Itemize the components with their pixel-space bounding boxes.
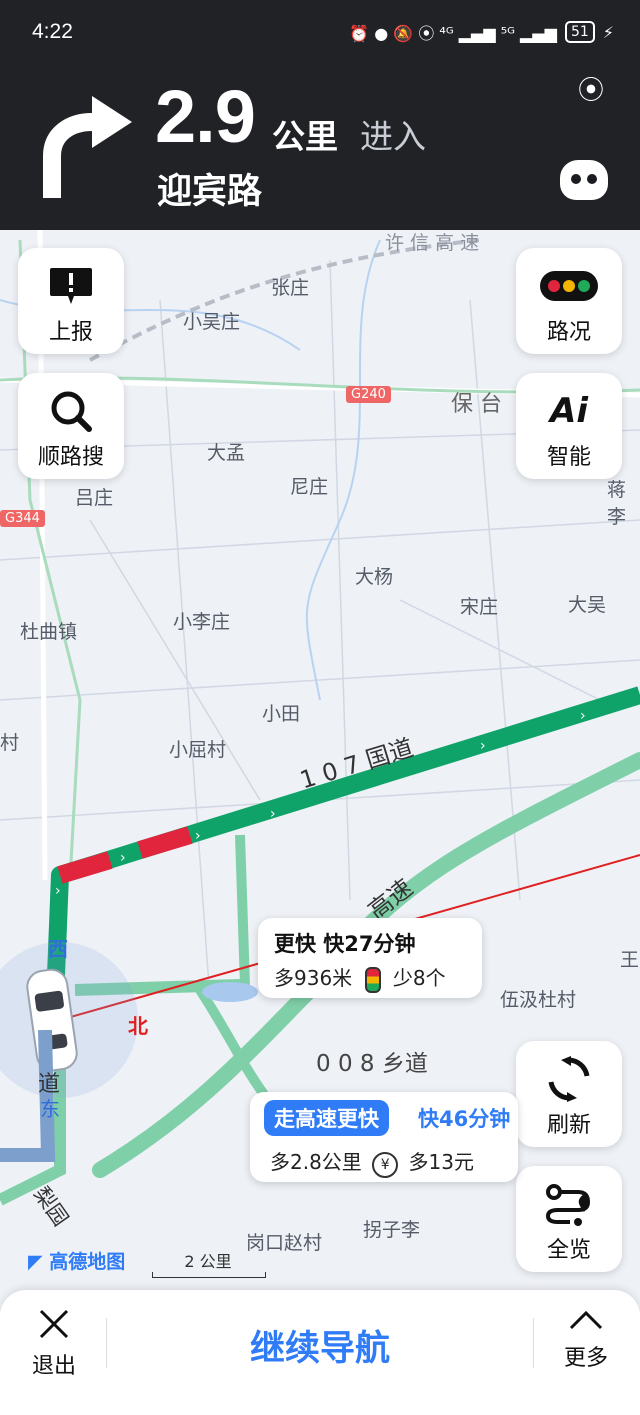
ai-button[interactable]: Ai 智能 — [516, 373, 622, 479]
status-time: 4:22 — [32, 20, 73, 43]
amap-logo-icon: ◤ — [28, 1251, 43, 1273]
status-icons: ⏰ ● 🔕 ⦿ ⁴ᴳ ▂▄▆ ⁵ᴳ ▂▄▆ 51 ⚡ — [349, 20, 614, 44]
svg-text:›: › — [55, 883, 61, 899]
svg-text:›: › — [195, 828, 201, 844]
highway-tag: 走高速更快 — [264, 1100, 389, 1136]
navigation-header: 4:22 ⏰ ● 🔕 ⦿ ⁴ᴳ ▂▄▆ ⁵ᴳ ▂▄▆ 51 ⚡ 2.9 公里 进… — [0, 0, 640, 230]
assistant-avatar-icon[interactable] — [560, 160, 608, 200]
action-text: 进入 — [360, 117, 426, 156]
traffic-light-icon — [540, 271, 598, 301]
svg-text:›: › — [480, 738, 486, 754]
traffic-light-small-icon — [364, 966, 381, 993]
refresh-label: 刷新 — [546, 1113, 591, 1138]
next-road-name: 迎宾路 — [157, 172, 263, 212]
refresh-button[interactable]: 刷新 — [516, 1041, 622, 1147]
battery-icon: 51 — [564, 21, 595, 43]
more-label: 更多 — [563, 1346, 608, 1371]
scale-label: 2 公里 — [184, 1252, 232, 1271]
divider — [106, 1318, 107, 1368]
highway-details: 多2.8公里 ¥ 多13元 — [270, 1146, 474, 1178]
exit-button[interactable]: 退出 — [22, 1308, 86, 1380]
charging-icon: ⚡ — [602, 22, 614, 42]
amap-logo: ◤ 高德地图 — [28, 1251, 126, 1273]
alt-route-details: 多936米 少8个 — [274, 962, 446, 993]
more-button[interactable]: 更多 — [554, 1308, 618, 1372]
report-button[interactable]: 上报 — [18, 248, 124, 354]
scale-bar — [152, 1272, 266, 1278]
traffic-button[interactable]: 路况 — [516, 248, 622, 354]
exit-label: 退出 — [31, 1354, 76, 1379]
svg-text:›: › — [120, 850, 126, 866]
bottom-bar: 退出 继续导航 更多 — [0, 1290, 640, 1415]
ai-icon: Ai — [550, 391, 588, 431]
highway-route-bubble[interactable]: 走高速更快 快46分钟 多2.8公里 ¥ 多13元 — [250, 1092, 518, 1182]
report-label: 上报 — [48, 320, 93, 345]
turn-right-arrow-icon — [43, 96, 132, 198]
route-overview-icon — [545, 1184, 591, 1226]
svg-text:›: › — [270, 806, 276, 822]
search-along-button[interactable]: 顺路搜 — [18, 373, 124, 479]
search-icon — [51, 391, 92, 432]
overview-label: 全览 — [546, 1238, 591, 1263]
ai-label: 智能 — [546, 445, 591, 470]
refresh-icon — [548, 1056, 590, 1102]
traffic-label: 路况 — [546, 320, 591, 345]
toll-icon: ¥ — [372, 1152, 399, 1178]
alt-route-title: 更快 快27分钟 — [274, 932, 416, 956]
gps-signal-icon[interactable]: ⦿ — [578, 70, 604, 107]
svg-text:›: › — [580, 708, 586, 724]
distance-unit: 公里 — [272, 117, 338, 156]
chevron-up-icon — [569, 1310, 603, 1330]
report-icon — [50, 268, 92, 304]
alt-route-faster-bubble[interactable]: 更快 快27分钟 多936米 少8个 — [258, 918, 482, 998]
continue-navigation-button[interactable]: 继续导航 — [110, 1320, 530, 1371]
highway-time-saving: 快46分钟 — [418, 1107, 511, 1131]
status-indicator-icons: ⏰ ● 🔕 ⦿ ⁴ᴳ ▂▄▆ ⁵ᴳ ▂▄▆ — [349, 24, 557, 43]
close-icon — [39, 1309, 69, 1339]
distance-value: 2.9 — [155, 75, 256, 158]
overview-button[interactable]: 全览 — [516, 1166, 622, 1272]
search-along-label: 顺路搜 — [37, 445, 104, 470]
divider — [533, 1318, 534, 1368]
